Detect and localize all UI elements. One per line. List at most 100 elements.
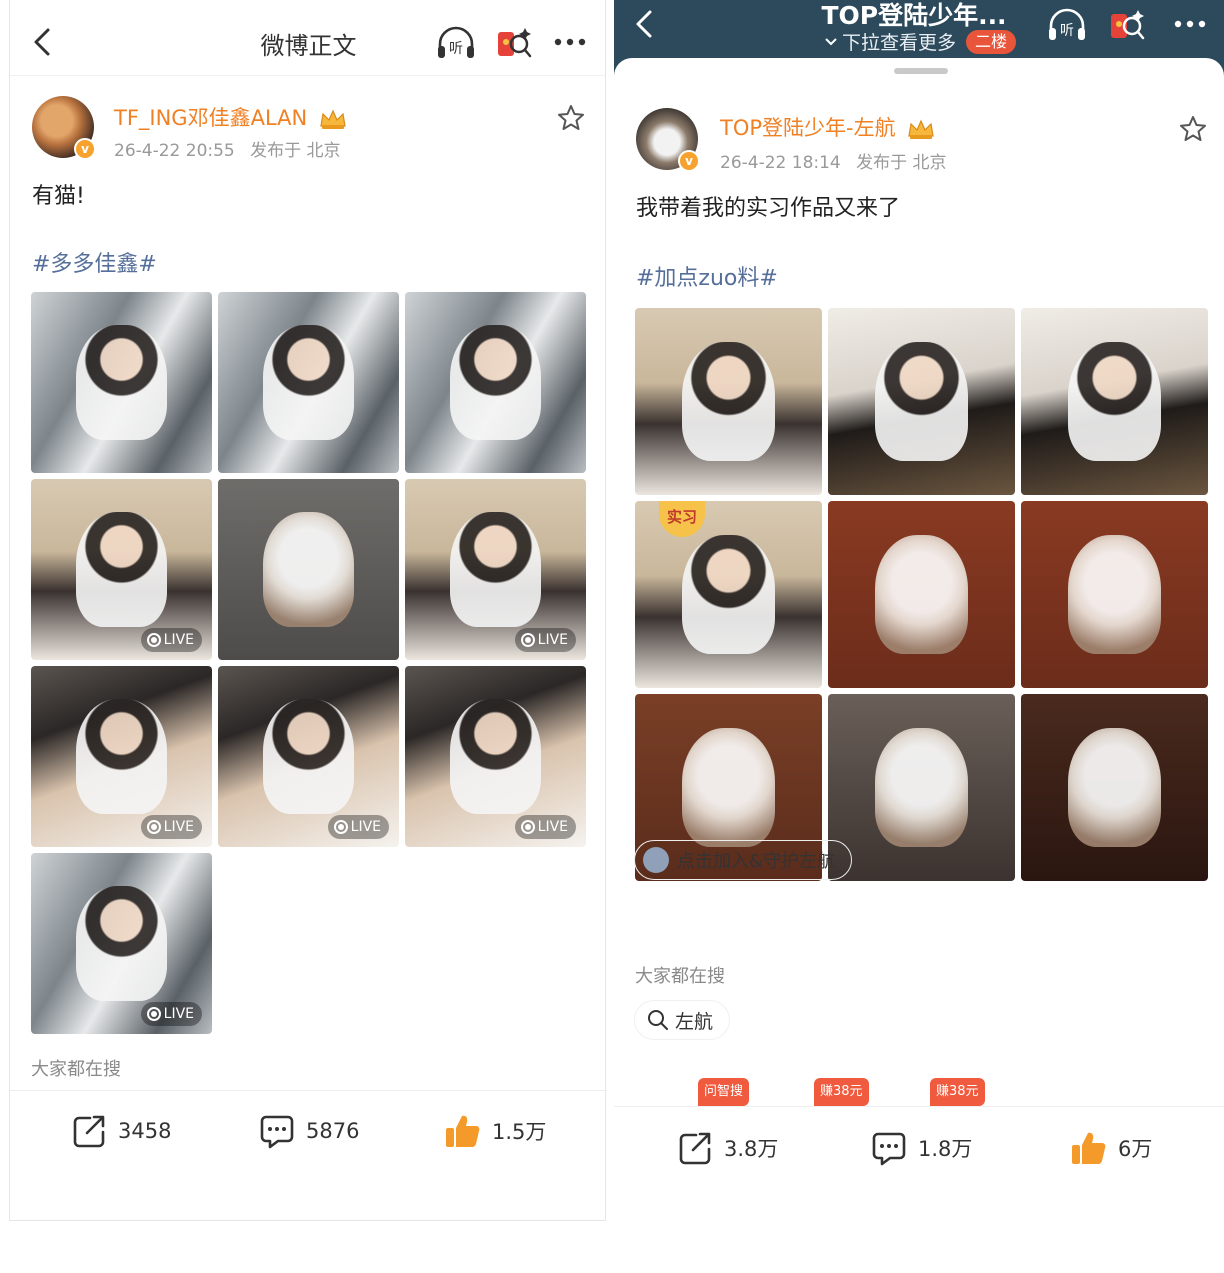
post-location: 发布于 北京 <box>250 141 341 161</box>
headphones-listen-icon[interactable]: 听 <box>1046 4 1088 44</box>
pull-down-hint[interactable]: 下拉查看更多 二楼 <box>824 28 1017 55</box>
live-photo-badge: LIVE <box>140 815 202 839</box>
username-text[interactable]: TF_ING邓佳鑫ALAN <box>114 106 307 130</box>
photo-thumbnail[interactable] <box>218 292 399 473</box>
join-guard-chip[interactable]: 点击加入&守护左航 <box>634 840 853 880</box>
like-button[interactable]: 1.5万 <box>444 1112 546 1150</box>
live-label: LIVE <box>350 819 381 835</box>
like-button[interactable]: 6万 <box>1070 1129 1152 1167</box>
pull-down-text: 下拉查看更多 <box>842 32 957 54</box>
photo-subject <box>76 511 167 628</box>
share-count: 3.8万 <box>724 1137 779 1161</box>
like-count: 1.5万 <box>492 1120 547 1144</box>
live-photo-badge: LIVE <box>514 815 576 839</box>
headphones-listen-icon[interactable]: 听 <box>435 22 477 62</box>
topic-hashtag[interactable]: #加点zuo料# <box>636 260 778 292</box>
back-arrow-icon[interactable] <box>630 8 662 40</box>
more-options-icon[interactable] <box>550 22 590 62</box>
live-photo-icon <box>146 1007 161 1021</box>
photo-subject <box>450 324 541 441</box>
comment-button[interactable]: 5876 <box>258 1112 359 1150</box>
photo-thumbnail[interactable] <box>1021 308 1208 495</box>
comment-icon <box>260 1115 294 1149</box>
photo-subject <box>76 885 167 1002</box>
username[interactable]: TOP登陆少年-左航 <box>720 112 936 142</box>
photo-subject <box>450 511 541 628</box>
everyone-searching-label: 大家都在搜 <box>635 966 725 987</box>
share-button[interactable]: 3458 <box>70 1112 171 1150</box>
comment-button[interactable]: 1.8万 <box>870 1129 972 1167</box>
post-time: 26-4-22 18:14 <box>720 153 841 173</box>
post-meta: 26-4-22 18:14 发布于 北京 <box>720 148 957 173</box>
post-meta: 26-4-22 20:55 发布于 北京 <box>114 136 351 161</box>
verified-badge-icon: v <box>678 150 700 172</box>
photo-thumbnail[interactable] <box>31 292 212 473</box>
share-button[interactable]: 3.8万 <box>676 1129 778 1167</box>
username[interactable]: TF_ING邓佳鑫ALAN <box>114 102 348 132</box>
photo-thumbnail[interactable]: LIVE <box>31 479 212 660</box>
photo-thumbnail[interactable] <box>828 308 1015 495</box>
thumbs-up-icon <box>446 1115 480 1147</box>
photo-thumbnail[interactable]: 实习 <box>635 501 822 688</box>
drag-handle[interactable] <box>894 68 948 74</box>
topic-hashtag[interactable]: #多多佳鑫# <box>32 246 157 278</box>
sticker-label: 实习 <box>659 501 705 537</box>
photo-subject <box>1067 727 1162 848</box>
more-options-icon[interactable] <box>1170 4 1210 44</box>
photo-subject <box>681 341 776 462</box>
live-photo-badge: LIVE <box>327 815 389 839</box>
photo-thumbnail[interactable] <box>405 292 586 473</box>
live-label: LIVE <box>163 1006 194 1022</box>
comment-count: 5876 <box>306 1119 360 1143</box>
favorite-star-icon[interactable] <box>556 103 586 133</box>
share-icon <box>73 1115 105 1148</box>
photo-thumbnail[interactable] <box>1021 694 1208 881</box>
user-avatar[interactable]: v <box>636 108 700 172</box>
live-label: LIVE <box>163 819 194 835</box>
photo-thumbnail[interactable] <box>635 308 822 495</box>
live-photo-badge: LIVE <box>140 628 202 652</box>
red-packet-search-icon[interactable] <box>1108 4 1146 44</box>
photo-subject <box>263 511 354 628</box>
peek-badge: 赚38元 <box>930 1078 985 1106</box>
photo-thumbnail[interactable]: LIVE <box>31 853 212 1034</box>
photo-subject <box>450 698 541 815</box>
crown-vip-icon <box>908 119 935 139</box>
photo-thumbnail[interactable]: LIVE <box>405 666 586 847</box>
photo-thumbnail[interactable] <box>1021 501 1208 688</box>
svg-text:听: 听 <box>449 41 463 57</box>
username-text[interactable]: TOP登陆少年-左航 <box>720 116 896 140</box>
photo-thumbnail[interactable] <box>828 694 1015 881</box>
search-icon <box>648 1010 668 1030</box>
share-icon <box>679 1132 711 1165</box>
comment-icon <box>872 1132 906 1166</box>
red-packet-search-icon[interactable] <box>495 22 533 62</box>
live-photo-icon <box>146 633 161 647</box>
like-count: 6万 <box>1118 1137 1153 1161</box>
live-photo-badge: LIVE <box>140 1002 202 1026</box>
photo-thumbnail[interactable]: LIVE <box>31 666 212 847</box>
thumbs-up-icon <box>1072 1132 1106 1164</box>
photo-subject <box>76 324 167 441</box>
photo-subject <box>874 727 969 848</box>
live-label: LIVE <box>537 632 568 648</box>
photo-thumbnail[interactable]: LIVE <box>218 666 399 847</box>
second-floor-badge: 二楼 <box>966 29 1017 54</box>
live-photo-icon <box>333 820 348 834</box>
photo-subject <box>263 324 354 441</box>
user-avatar[interactable]: v <box>32 96 96 160</box>
join-guard-text: 点击加入&守护左航 <box>677 851 836 872</box>
photo-subject <box>681 727 776 848</box>
left-weibo-post-screen: 微博正文 听 v TF_ING邓佳鑫ALAN 26-4-22 20:55 发布于… <box>9 0 607 1221</box>
photo-thumbnail[interactable] <box>218 479 399 660</box>
photo-thumbnail[interactable] <box>828 501 1015 688</box>
favorite-star-icon[interactable] <box>1178 114 1208 144</box>
photo-thumbnail[interactable]: LIVE <box>405 479 586 660</box>
image-grid: LIVE LIVE LIVE LIVE LIVE LIVE <box>31 292 586 1034</box>
live-photo-icon <box>520 820 535 834</box>
photo-subject <box>263 698 354 815</box>
peek-badge: 问智搜 <box>698 1078 750 1106</box>
search-suggestion-chip[interactable]: 左航 <box>634 1000 731 1040</box>
photo-subject <box>874 341 969 462</box>
peek-badge: 赚38元 <box>814 1078 869 1106</box>
